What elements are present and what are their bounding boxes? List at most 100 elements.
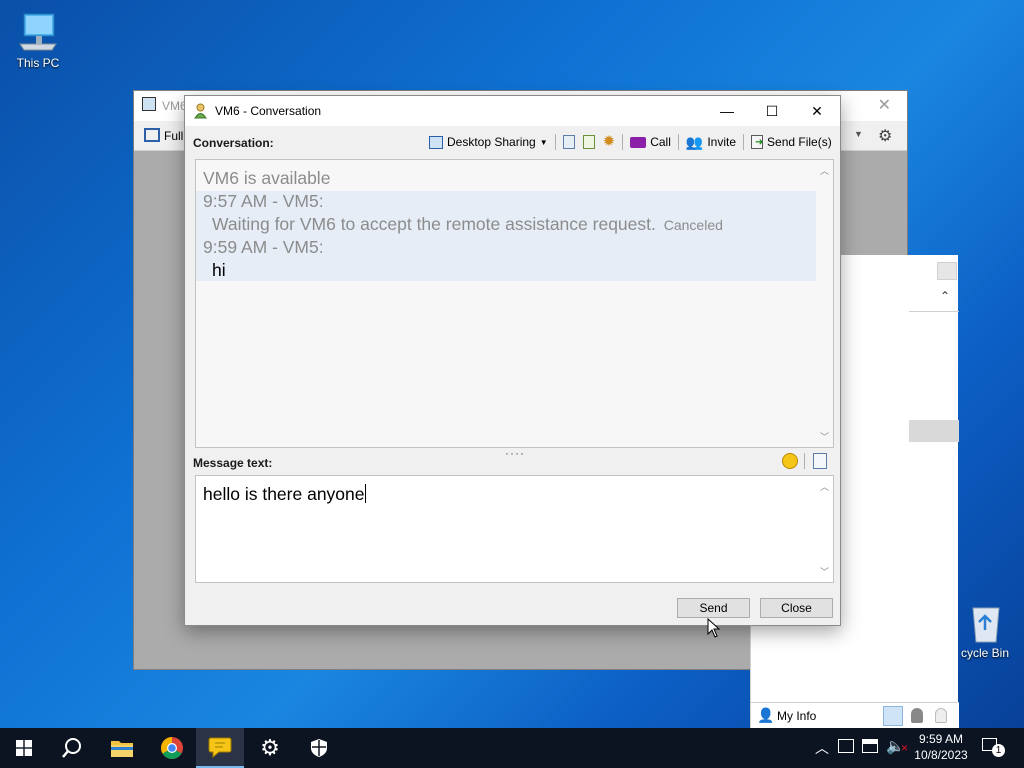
conversation-titlebar: VM6 - Conversation — ☐ ✕ — [185, 96, 840, 126]
desktop-sharing-icon — [429, 135, 443, 149]
fullscreen-button[interactable]: Full — [164, 129, 183, 143]
whiteboard-icon — [562, 135, 575, 149]
file-explorer-button[interactable] — [98, 728, 146, 768]
applications-button[interactable]: ✹ — [599, 132, 620, 152]
close-icon[interactable]: ✕ — [878, 95, 891, 115]
recycle-bin-icon — [972, 607, 1000, 643]
my-info-button[interactable]: My Info — [777, 709, 816, 723]
conversation-toolbar: Desktop Sharing ▼ ✹ Call 👥 Invite ➜ Send… — [425, 132, 836, 152]
taskbar: ⚙ ︿ 🔈✕ 9:59 AM 10/8/2023 1 — [0, 728, 1024, 768]
desktop-icon-label: This PC — [16, 56, 60, 70]
message-input-text: hello is there anyone — [203, 484, 365, 504]
contact-icon — [194, 103, 207, 119]
message-body: Waiting for VM6 to accept the remote ass… — [212, 214, 656, 234]
chevron-down-icon[interactable]: ﹀ — [820, 430, 829, 443]
window-app-icon — [142, 97, 156, 111]
chevron-up-icon[interactable]: ︿ — [820, 480, 829, 493]
settings-button[interactable]: ⚙ — [246, 728, 294, 768]
send-file-icon: ➜ — [751, 135, 763, 149]
conversation-window: VM6 - Conversation — ☐ ✕ Conversation: D… — [184, 95, 841, 626]
minimize-button[interactable]: — — [704, 96, 750, 126]
shield-icon — [311, 739, 327, 757]
send-button[interactable]: Send — [677, 598, 750, 618]
whiteboard-button[interactable] — [559, 132, 579, 152]
message-status: Canceled — [663, 217, 723, 233]
status-available-icon[interactable] — [883, 706, 903, 726]
send-files-button[interactable]: ➜ Send File(s) — [747, 132, 836, 152]
background-window-title: VM6 — [162, 99, 187, 113]
search-icon — [62, 738, 81, 758]
toolbar-separator — [743, 134, 745, 150]
message-input[interactable]: hello is there anyone ︿ ﹀ — [195, 475, 834, 583]
mouse-cursor — [707, 618, 721, 638]
chrome-icon — [161, 737, 183, 759]
my-info-bar: 👤 My Info — [751, 702, 959, 728]
close-dialog-button[interactable]: Close — [760, 598, 833, 618]
gears-icon: ✹ — [602, 133, 616, 150]
desktop-sharing-label: Desktop Sharing — [447, 135, 536, 149]
chevron-down-icon: ▼ — [539, 137, 548, 147]
computer-icon — [19, 13, 57, 51]
chat-bubble-icon — [208, 737, 232, 758]
message-scrollbar[interactable]: ︿ ﹀ — [816, 476, 833, 582]
clock[interactable]: 9:59 AM 10/8/2023 — [910, 731, 972, 768]
status-busy-icon[interactable] — [911, 708, 923, 723]
status-offline-icon[interactable] — [935, 708, 947, 723]
device-icon[interactable] — [838, 739, 854, 753]
panel-button[interactable] — [937, 262, 957, 280]
desktop-icon-label: cycle Bin — [960, 646, 1010, 660]
chevron-up-icon[interactable]: ⌃ — [940, 289, 950, 303]
chevron-down-icon[interactable]: ﹀ — [820, 565, 829, 578]
maximize-button[interactable]: ☐ — [749, 96, 795, 126]
search-button[interactable] — [48, 728, 96, 768]
close-button[interactable]: ✕ — [794, 96, 840, 126]
toolbar-separator — [677, 134, 679, 150]
chevron-down-icon[interactable]: ▼ — [854, 129, 863, 139]
message-header: 9:59 AM - VM5: — [203, 237, 324, 257]
invite-label: Invite — [707, 135, 737, 149]
message-input-value[interactable]: hello is there anyone — [203, 484, 366, 505]
history-scrollbar[interactable]: ︿ ﹀ — [816, 160, 833, 447]
windows-logo-icon — [16, 740, 32, 756]
muted-badge: ✕ — [900, 743, 909, 753]
fullscreen-icon[interactable] — [144, 128, 160, 142]
invite-button[interactable]: 👥 Invite — [682, 132, 740, 152]
message-text: Waiting for VM6 to accept the remote ass… — [196, 213, 816, 236]
network-icon[interactable] — [862, 739, 878, 753]
toolbar-separator — [554, 134, 556, 150]
message-header: 9:57 AM - VM5: — [203, 191, 324, 211]
toolbar-separator — [622, 134, 624, 150]
call-label: Call — [650, 135, 671, 149]
conversation-history[interactable]: VM6 is available 9:57 AM - VM5: Waiting … — [195, 159, 834, 448]
invite-contacts-icon: 👥 — [685, 133, 704, 150]
window-title: VM6 - Conversation — [215, 104, 322, 118]
toolbar-separator — [804, 453, 805, 469]
notifications-button[interactable]: 1 — [980, 738, 1005, 758]
volume-muted-icon[interactable]: 🔈✕ — [886, 737, 908, 768]
emoticon-icon[interactable] — [782, 453, 798, 469]
splitter-grip[interactable]: ···· — [505, 446, 525, 460]
gear-icon: ⚙ — [260, 735, 280, 760]
format-icon[interactable] — [813, 453, 827, 469]
message-text-label: Message text: — [193, 456, 273, 470]
gear-icon[interactable]: ⚙ — [878, 126, 892, 146]
message-text: hi — [212, 260, 226, 280]
chevron-up-icon[interactable]: ︿ — [820, 164, 829, 177]
chrome-button[interactable] — [148, 728, 196, 768]
security-button[interactable] — [295, 728, 343, 768]
document-icon — [582, 135, 595, 149]
show-hidden-icons-button[interactable]: ︿ — [815, 738, 829, 768]
start-button[interactable] — [0, 728, 48, 768]
desktop-icon-this-pc[interactable]: This PC — [8, 10, 68, 70]
selected-row[interactable] — [909, 420, 959, 442]
desktop-icon-recycle-bin[interactable]: cycle Bin — [950, 600, 1020, 660]
desktop-sharing-button[interactable]: Desktop Sharing ▼ — [425, 132, 552, 152]
notification-count: 1 — [992, 744, 1005, 757]
video-camera-icon — [630, 136, 647, 148]
send-files-label: Send File(s) — [767, 135, 832, 149]
messenger-button[interactable] — [196, 728, 244, 768]
clock-time: 9:59 AM — [918, 732, 964, 746]
contact-status: VM6 is available — [203, 168, 331, 188]
file-transfer-button[interactable] — [579, 132, 599, 152]
call-button[interactable]: Call — [626, 132, 675, 152]
